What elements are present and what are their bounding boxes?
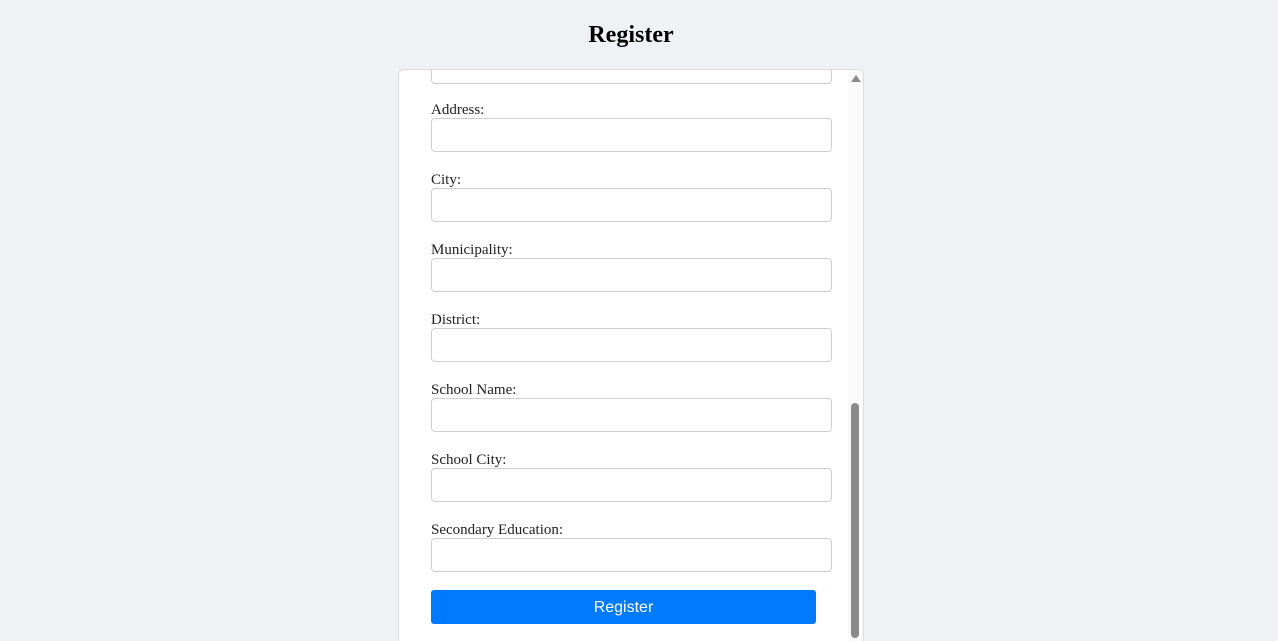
register-page: Register Address: City: Municipality: Di… xyxy=(0,0,1278,641)
address-input[interactable] xyxy=(431,118,832,152)
secondary-education-input[interactable] xyxy=(431,538,832,572)
school-name-input[interactable] xyxy=(431,398,832,432)
registration-form[interactable]: Address: City: Municipality: District: S… xyxy=(398,69,864,641)
secondary-education-label: Secondary Education: xyxy=(431,522,564,538)
district-label: District: xyxy=(431,312,481,328)
scroll-thumb[interactable] xyxy=(851,403,859,638)
form-scrollbar[interactable] xyxy=(848,70,863,641)
city-input[interactable] xyxy=(431,188,832,222)
city-label: City: xyxy=(431,172,462,188)
scroll-up-arrow-icon[interactable] xyxy=(851,75,861,82)
district-input[interactable] xyxy=(431,328,832,362)
school-city-label: School City: xyxy=(431,452,507,468)
page-title: Register xyxy=(588,22,674,48)
municipality-label: Municipality: xyxy=(431,242,513,258)
school-name-label: School Name: xyxy=(431,382,517,398)
school-city-input[interactable] xyxy=(431,468,832,502)
register-button[interactable]: Register xyxy=(431,590,816,624)
address-label: Address: xyxy=(431,102,485,118)
municipality-input[interactable] xyxy=(431,258,832,292)
previous-field-input[interactable] xyxy=(431,70,832,84)
